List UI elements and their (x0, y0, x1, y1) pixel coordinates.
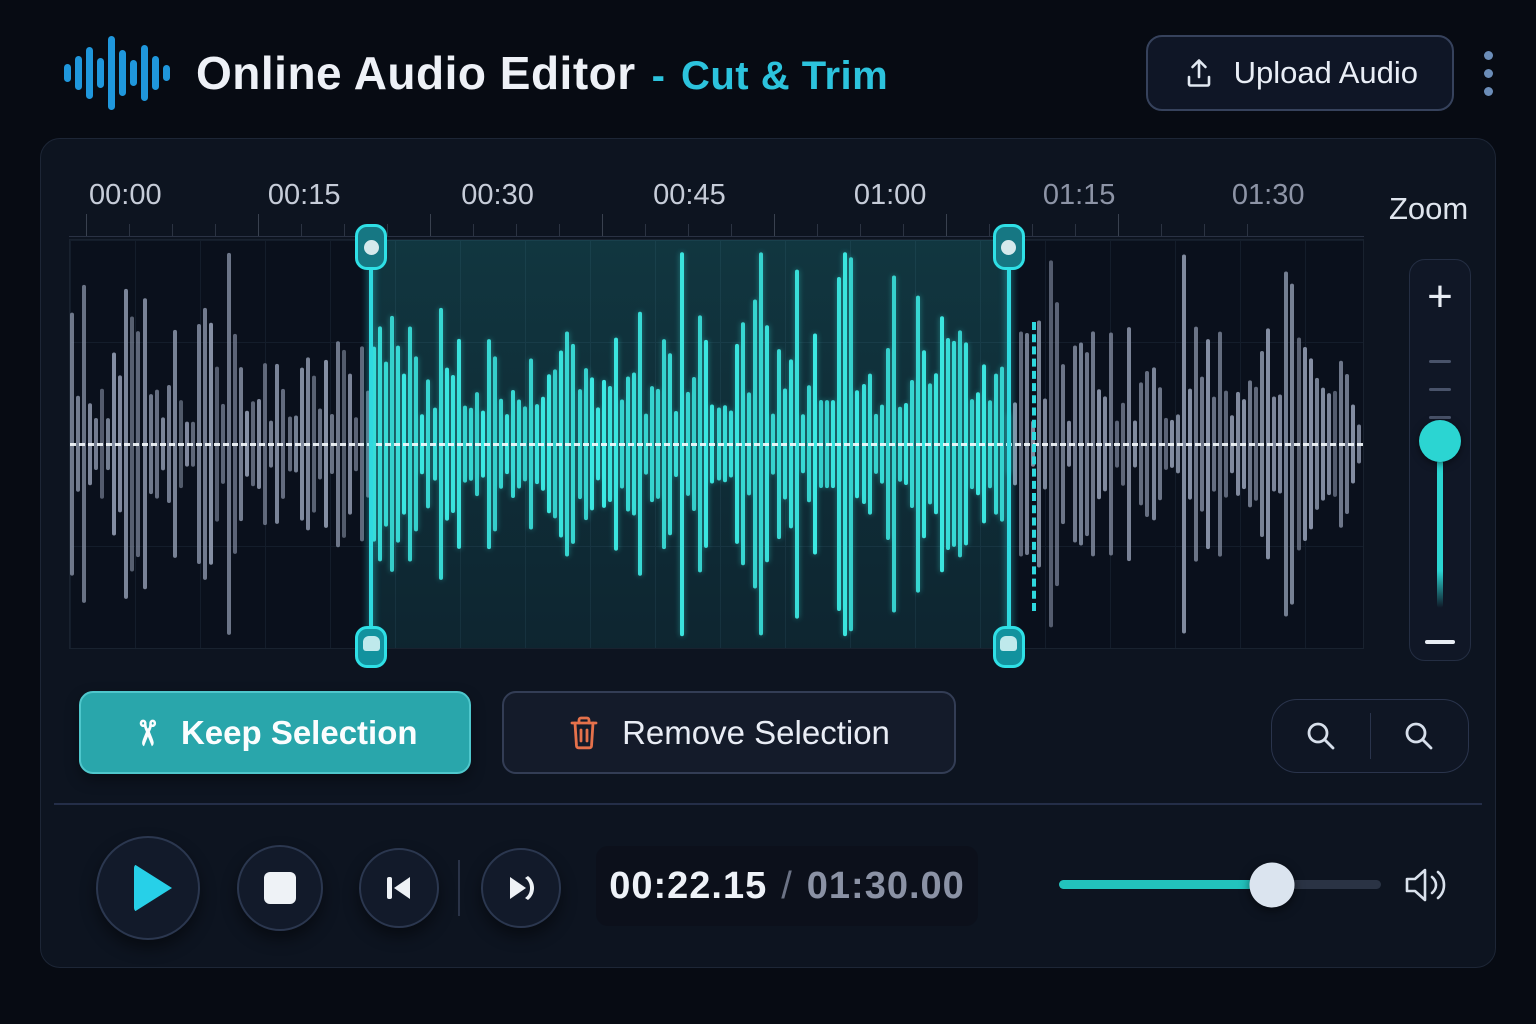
skip-forward-icon (503, 870, 539, 906)
zoom-tick (1429, 360, 1451, 363)
volume-fill (1059, 880, 1272, 889)
remove-selection-button[interactable]: Remove Selection (502, 691, 956, 774)
play-button[interactable] (96, 836, 200, 940)
selection-start-bottom-handle[interactable] (355, 626, 387, 668)
zoom-label: Zoom (1389, 191, 1468, 227)
selection-start-line (369, 234, 373, 654)
volume-knob[interactable] (1249, 862, 1294, 907)
app-title: Online Audio Editor (196, 46, 636, 100)
title-separator: - (652, 54, 665, 99)
stop-icon (264, 872, 296, 904)
ruler-label: 01:15 (1043, 179, 1116, 212)
overflow-menu-button[interactable] (1468, 35, 1508, 111)
play-icon (134, 864, 172, 912)
trash-icon (568, 715, 600, 751)
zoom-tick (1429, 416, 1451, 419)
magnifier-icon (1402, 719, 1436, 753)
transport-divider (458, 860, 460, 916)
stop-button[interactable] (237, 845, 323, 931)
magnify-button-group (1271, 699, 1469, 773)
selection-end-top-handle[interactable] (993, 224, 1025, 270)
zoom-slider-knob[interactable] (1419, 420, 1461, 462)
ruler-label: 00:00 (89, 179, 162, 212)
playhead-marker[interactable] (1032, 322, 1036, 612)
ruler-label: 00:30 (461, 179, 534, 212)
scissors-icon: ✂ (130, 718, 164, 747)
magnify-out-button[interactable] (1371, 700, 1469, 772)
keep-selection-label: Keep Selection (181, 714, 418, 752)
keep-selection-button[interactable]: ✂ Keep Selection (79, 691, 471, 774)
page-title: Online Audio Editor - Cut & Trim (196, 46, 888, 100)
waveform-canvas[interactable] (69, 239, 1364, 649)
app-header: Online Audio Editor - Cut & Trim Upload … (64, 28, 1508, 118)
magnifier-icon (1304, 719, 1338, 753)
time-separator: / (781, 865, 793, 908)
time-display: 00:22.15 / 01:30.00 (596, 846, 978, 926)
app-subtitle: Cut & Trim (681, 54, 888, 99)
waveform-centerline (70, 443, 1363, 446)
section-divider (54, 803, 1482, 805)
selection-end-line (1007, 234, 1011, 654)
remove-selection-label: Remove Selection (622, 714, 890, 752)
skip-forward-button[interactable] (481, 848, 561, 928)
skip-back-button[interactable] (359, 848, 439, 928)
zoom-slider-track (1437, 460, 1443, 608)
upload-button-label: Upload Audio (1234, 55, 1418, 91)
editor-panel: 00:00 00:15 00:30 00:45 01:00 01:15 01:30 Zoom… (40, 138, 1496, 968)
ruler-label: 00:15 (268, 179, 341, 212)
magnify-in-button[interactable] (1272, 700, 1370, 772)
upload-icon (1182, 56, 1216, 90)
zoom-slider[interactable]: + (1409, 259, 1471, 661)
selection-end-bottom-handle[interactable] (993, 626, 1025, 668)
total-time: 01:30.00 (807, 865, 965, 908)
zoom-in-button[interactable]: + (1410, 272, 1470, 322)
zoom-out-button[interactable] (1410, 640, 1470, 644)
ruler-label: 01:00 (854, 179, 927, 212)
waveform-logo-icon (64, 30, 170, 116)
timeline-ticks (69, 213, 1364, 237)
skip-back-icon (381, 870, 417, 906)
zoom-tick (1429, 388, 1451, 391)
upload-audio-button[interactable]: Upload Audio (1146, 35, 1454, 111)
selection-start-top-handle[interactable] (355, 224, 387, 270)
ruler-label: 01:30 (1232, 179, 1305, 212)
current-time: 00:22.15 (609, 865, 767, 908)
ruler-label: 00:45 (653, 179, 726, 212)
speaker-icon[interactable] (1399, 861, 1451, 909)
volume-slider[interactable] (1059, 880, 1381, 889)
